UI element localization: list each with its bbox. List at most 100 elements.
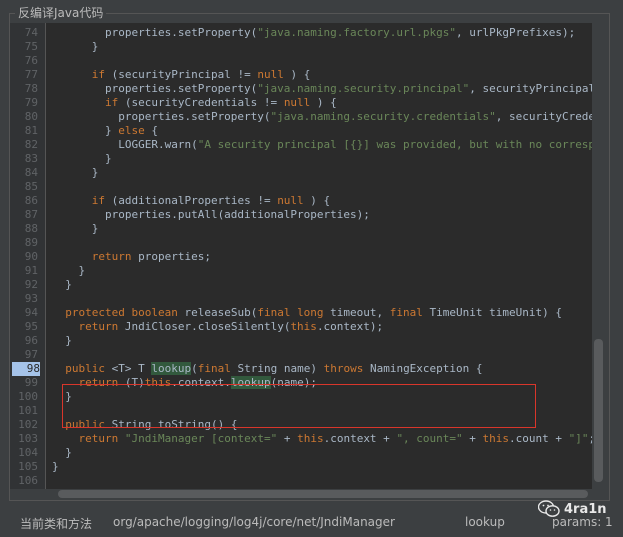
code-line: 106 [10, 474, 592, 488]
line-number: 93 [24, 292, 38, 305]
code-text: } [52, 334, 72, 348]
code-token: } [52, 264, 86, 277]
code-token: + [277, 432, 298, 445]
code-line: 95 return JndiCloser.closeSilently(this.… [10, 320, 592, 334]
code-line: 79 if (securityCredentials != null ) { [10, 96, 592, 110]
line-number: 98 [12, 362, 40, 376]
code-token: releaseSub( [177, 306, 258, 319]
code-token: LOGGER.warn( [52, 138, 198, 151]
code-text: } [52, 278, 72, 292]
horizontal-scrollbar-thumb[interactable] [58, 490, 588, 498]
code-line: 75 } [10, 40, 592, 54]
line-number: 102 [18, 418, 38, 431]
line-number: 81 [24, 124, 38, 137]
line-number: 80 [24, 110, 38, 123]
code-editor[interactable]: 74 properties.setProperty("java.naming.f… [10, 23, 592, 489]
code-line: 93 [10, 292, 592, 306]
current-method-name: lookup [465, 515, 505, 529]
code-token: null [277, 194, 304, 207]
vertical-scrollbar-thumb[interactable] [594, 339, 603, 482]
code-text: } [52, 152, 112, 166]
code-token: String name) [230, 362, 324, 375]
code-token: } [52, 152, 112, 165]
line-number: 100 [18, 390, 38, 403]
code-token: ) { [310, 96, 337, 109]
code-text: if (securityCredentials != null ) { [52, 96, 337, 110]
current-class-path: org/apache/logging/log4j/core/net/JndiMa… [113, 515, 395, 529]
code-token: final [389, 306, 423, 319]
code-token: } [52, 278, 72, 291]
code-line: 90 return properties; [10, 250, 592, 264]
code-line: 94 protected boolean releaseSub(final lo… [10, 306, 592, 320]
code-line: 87 properties.putAll(additionalPropertie… [10, 208, 592, 222]
code-token: public [65, 362, 105, 375]
code-token: properties.putAll(additionalProperties); [52, 208, 370, 221]
line-number: 83 [24, 152, 38, 165]
code-line: 98 public <T> T lookup(final String name… [10, 362, 592, 376]
code-token: "java.naming.factory.url.pkgs" [257, 26, 456, 39]
code-line: 104 } [10, 446, 592, 460]
code-token: return [91, 250, 132, 263]
code-token: ) { [303, 194, 331, 207]
panel-title: 反编译Java代码 [15, 4, 107, 22]
line-number: 77 [24, 68, 38, 81]
code-token: ( [191, 362, 198, 375]
line-number: 76 [24, 54, 38, 67]
code-text: properties.putAll(additionalProperties); [52, 208, 370, 222]
line-number: 78 [24, 82, 38, 95]
code-token: null [283, 96, 311, 109]
horizontal-scrollbar[interactable] [10, 489, 592, 500]
code-token: NamingException { [363, 362, 483, 375]
watermark-text: 4ra1n [564, 501, 607, 517]
line-number: 89 [24, 236, 38, 249]
code-text: return "JndiManager [context=" + this.co… [52, 432, 593, 446]
code-text: } [52, 166, 99, 180]
code-token: this [482, 432, 510, 445]
code-token: "java.naming.security.principal" [257, 82, 470, 95]
line-number: 86 [24, 194, 38, 207]
code-line: 88 } [10, 222, 592, 236]
code-token: , securityPrincipal); [469, 82, 592, 95]
line-number: 79 [24, 96, 38, 109]
code-token: .count + [509, 432, 569, 445]
code-token: (securityCredentials != [118, 96, 284, 109]
code-token: { [144, 124, 158, 137]
code-token: if [91, 194, 105, 207]
code-token: else [118, 124, 145, 137]
code-token: } [52, 446, 72, 459]
line-number: 90 [24, 250, 38, 263]
code-line: 86 if (additionalProperties != null ) { [10, 194, 592, 208]
code-token: if [91, 68, 105, 81]
line-number: 105 [18, 460, 38, 473]
code-token: final long [257, 306, 324, 319]
code-text: properties.setProperty("java.naming.fact… [52, 26, 575, 40]
line-number: 85 [24, 180, 38, 193]
code-token: properties.setProperty( [52, 82, 258, 95]
code-token: timeout, [323, 306, 390, 319]
code-token: "JndiManager [context=" [124, 432, 278, 445]
line-number: 101 [18, 404, 38, 417]
code-text: } [52, 460, 59, 474]
line-number: 103 [18, 432, 38, 445]
code-token: "]" [568, 432, 589, 445]
code-token: "java.naming.security.credentials" [270, 110, 496, 123]
line-number: 74 [24, 26, 38, 39]
code-line: 85 [10, 180, 592, 194]
code-token: (additionalProperties != [105, 194, 278, 207]
line-number: 88 [24, 222, 38, 235]
code-token: } [52, 460, 59, 473]
code-token: , securityCredentials); [495, 110, 592, 123]
code-token: .context + [323, 432, 397, 445]
current-class-method-label: 当前类和方法 [20, 517, 93, 531]
line-number: 97 [24, 348, 38, 361]
search-match: lookup [151, 362, 192, 375]
code-token: } [52, 166, 99, 179]
vertical-scrollbar[interactable] [593, 23, 604, 489]
code-token: throws [323, 362, 364, 375]
code-token: ", count=" [396, 432, 463, 445]
